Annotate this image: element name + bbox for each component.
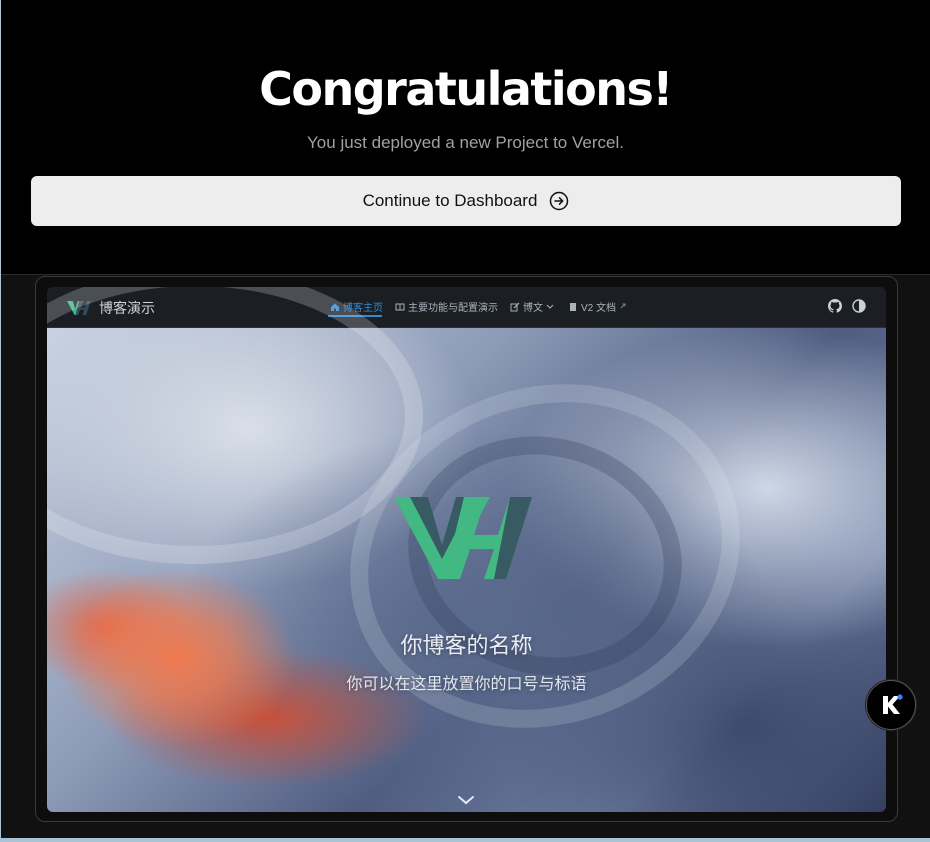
arrow-right-circle-icon (549, 191, 569, 211)
github-icon[interactable] (828, 299, 842, 313)
deployment-page: Congratulations! You just deployed a new… (1, 0, 930, 838)
scroll-down-chevron-icon[interactable] (456, 794, 476, 806)
vh-logo-icon (394, 497, 532, 579)
hero-blog-name: 你博客的名称 (400, 634, 533, 659)
page-subtitle: You just deployed a new Project to Verce… (307, 133, 624, 152)
k-logo-icon (883, 694, 903, 714)
nav-item-posts[interactable]: 博文 (510, 299, 556, 314)
external-link-icon (619, 302, 629, 312)
hero-blog-slogan: 你可以在这里放置你的口号与标语 (346, 674, 587, 693)
continue-button-label: Continue to Dashboard (362, 191, 538, 210)
nav-item-label: 博文 (523, 303, 543, 314)
site-nav-actions (828, 299, 866, 313)
book-icon (395, 302, 405, 312)
nav-item-features[interactable]: 主要功能与配置演示 (395, 299, 498, 314)
chevron-down-icon (546, 302, 556, 312)
site-preview: 博客演示 博客主页 主要功能与配置演示 博文 V2 文档 你博客的名称 你可以在… (47, 287, 886, 812)
preview-section: 博客演示 博客主页 主要功能与配置演示 博文 V2 文档 你博客的名称 你可以在… (1, 274, 930, 838)
continue-to-dashboard-button[interactable]: Continue to Dashboard (31, 176, 901, 226)
edit-icon (510, 302, 520, 312)
theme-toggle-icon[interactable] (852, 299, 866, 313)
k-floating-button[interactable] (866, 680, 916, 730)
site-nav-links: 博客主页 主要功能与配置演示 博文 V2 文档 (330, 299, 629, 314)
page-title: Congratulations! (259, 62, 673, 116)
nav-item-label: 主要功能与配置演示 (408, 303, 498, 314)
nav-item-label: V2 文档 (581, 303, 617, 314)
deployment-preview-card[interactable]: 博客演示 博客主页 主要功能与配置演示 博文 V2 文档 你博客的名称 你可以在… (35, 276, 898, 822)
document-icon (568, 302, 578, 312)
hero-background-image: 你博客的名称 你可以在这里放置你的口号与标语 (47, 287, 886, 812)
nav-item-v2-docs[interactable]: V2 文档 (568, 299, 629, 314)
